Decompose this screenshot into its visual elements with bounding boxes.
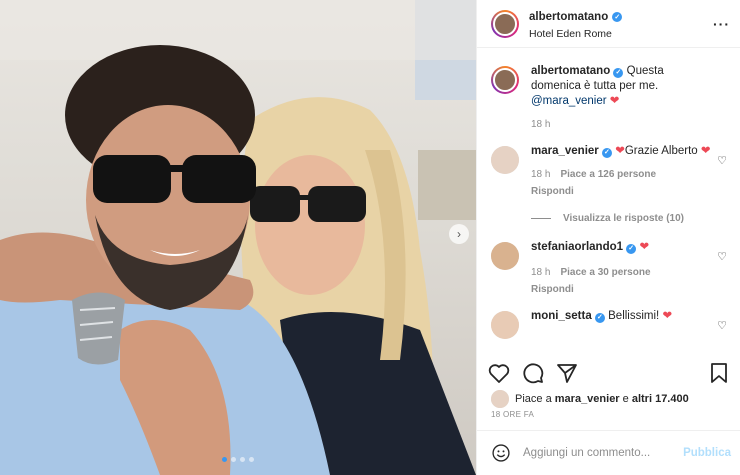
- comment-icon[interactable]: [521, 361, 545, 385]
- more-options-icon[interactable]: ···: [713, 16, 730, 32]
- author-avatar[interactable]: [491, 66, 519, 94]
- comment-text: Bellissimi!: [608, 310, 660, 322]
- photo-illustration: [0, 0, 476, 475]
- comment-meta: 18 h Piace a 30 persone: [531, 265, 713, 280]
- red-heart-emoji-icon: ❤: [662, 310, 673, 322]
- liker-avatar[interactable]: [491, 390, 509, 408]
- action-bar: [477, 358, 740, 388]
- likes-prefix: Piace a: [515, 393, 552, 405]
- comment-likes[interactable]: Piace a 30 persone: [560, 265, 650, 280]
- view-replies-label[interactable]: Visualizza le risposte (10): [563, 213, 684, 224]
- verified-badge-icon: ✓: [613, 67, 624, 78]
- comment-item: stefaniaorlando1 ✓ ❤ 18 h Piace a 30 per…: [491, 240, 727, 297]
- commenter-avatar[interactable]: [491, 311, 519, 339]
- publish-button[interactable]: Pubblica: [683, 447, 731, 459]
- verified-badge-icon: ✓: [594, 312, 605, 323]
- view-replies-button[interactable]: Visualizza le risposte (10): [531, 213, 727, 224]
- comment-item: moni_setta ✓ Bellissimi! ❤ ♡: [491, 309, 727, 339]
- likes-connector: e: [622, 393, 629, 405]
- caption-mention[interactable]: @mara_venier: [531, 95, 607, 107]
- reply-button[interactable]: Rispondi: [531, 282, 713, 297]
- post-location[interactable]: Hotel Eden Rome: [529, 28, 713, 40]
- author-username[interactable]: albertomatano: [529, 11, 608, 23]
- likes-user[interactable]: mara_venier: [555, 393, 620, 405]
- verified-badge-icon: ✓: [626, 243, 637, 254]
- post-author-meta: albertomatano ✓ Hotel Eden Rome: [529, 7, 713, 40]
- carousel-dots: [0, 457, 476, 462]
- carousel-dot: [222, 457, 227, 462]
- comment-time[interactable]: 18 h: [531, 167, 550, 182]
- caption-meta: 18 h: [531, 117, 713, 132]
- red-heart-emoji-icon: ❤: [609, 95, 620, 107]
- post-time-ago[interactable]: 18 ORE FA: [491, 410, 534, 419]
- author-avatar[interactable]: [491, 9, 519, 38]
- likes-others[interactable]: altri 17.400: [632, 393, 689, 405]
- carousel-dot: [240, 457, 245, 462]
- comments-list: albertomatano ✓ Questa domenica è tutta …: [477, 56, 740, 354]
- comment-meta: 18 h Piace a 126 persone: [531, 167, 713, 182]
- post-photo[interactable]: ›: [0, 0, 476, 475]
- post-sidebar: albertomatano ✓ Hotel Eden Rome ··· albe…: [476, 0, 740, 475]
- comment-username[interactable]: moni_setta: [531, 310, 592, 322]
- comment-username[interactable]: stefaniaorlando1: [531, 241, 623, 253]
- red-heart-emoji-icon: ❤: [615, 145, 625, 157]
- comment-input[interactable]: [523, 447, 684, 459]
- heart-icon[interactable]: ♡: [717, 319, 727, 332]
- post-header: albertomatano ✓ Hotel Eden Rome ···: [477, 0, 740, 48]
- comment-username[interactable]: mara_venier: [531, 145, 599, 157]
- carousel-dot: [231, 457, 236, 462]
- post-author[interactable]: albertomatano ✓: [529, 11, 623, 23]
- heart-icon[interactable]: ♡: [717, 250, 727, 263]
- caption-username[interactable]: albertomatano: [531, 65, 610, 77]
- comment-item: mara_venier ✓ ❤Grazie Alberto ❤ 18 h Pia…: [491, 144, 727, 199]
- comment-text: Grazie Alberto: [624, 145, 698, 157]
- verified-badge-icon: ✓: [601, 147, 612, 158]
- chevron-right-icon[interactable]: ›: [449, 224, 469, 244]
- divider-line: [531, 218, 551, 219]
- heart-icon[interactable]: ♡: [717, 154, 727, 167]
- comment-time[interactable]: 18 h: [531, 265, 550, 280]
- bookmark-icon[interactable]: [707, 361, 731, 385]
- caption-time[interactable]: 18 h: [531, 117, 550, 132]
- share-icon[interactable]: [555, 361, 579, 385]
- likes-summary: Piace a mara_venier e altri 17.400: [491, 390, 689, 408]
- emoji-icon[interactable]: [491, 443, 511, 463]
- commenter-avatar[interactable]: [491, 146, 519, 174]
- reply-button[interactable]: Rispondi: [531, 184, 713, 199]
- carousel-dot: [249, 457, 254, 462]
- red-heart-emoji-icon: ❤: [700, 145, 711, 157]
- verified-badge-icon: ✓: [612, 12, 623, 22]
- add-comment-bar: Pubblica: [477, 430, 740, 475]
- caption: albertomatano ✓ Questa domenica è tutta …: [491, 64, 727, 132]
- commenter-avatar[interactable]: [491, 242, 519, 270]
- red-heart-emoji-icon: ❤: [639, 241, 650, 253]
- comment-likes[interactable]: Piace a 126 persone: [560, 167, 656, 182]
- heart-icon[interactable]: [487, 361, 511, 385]
